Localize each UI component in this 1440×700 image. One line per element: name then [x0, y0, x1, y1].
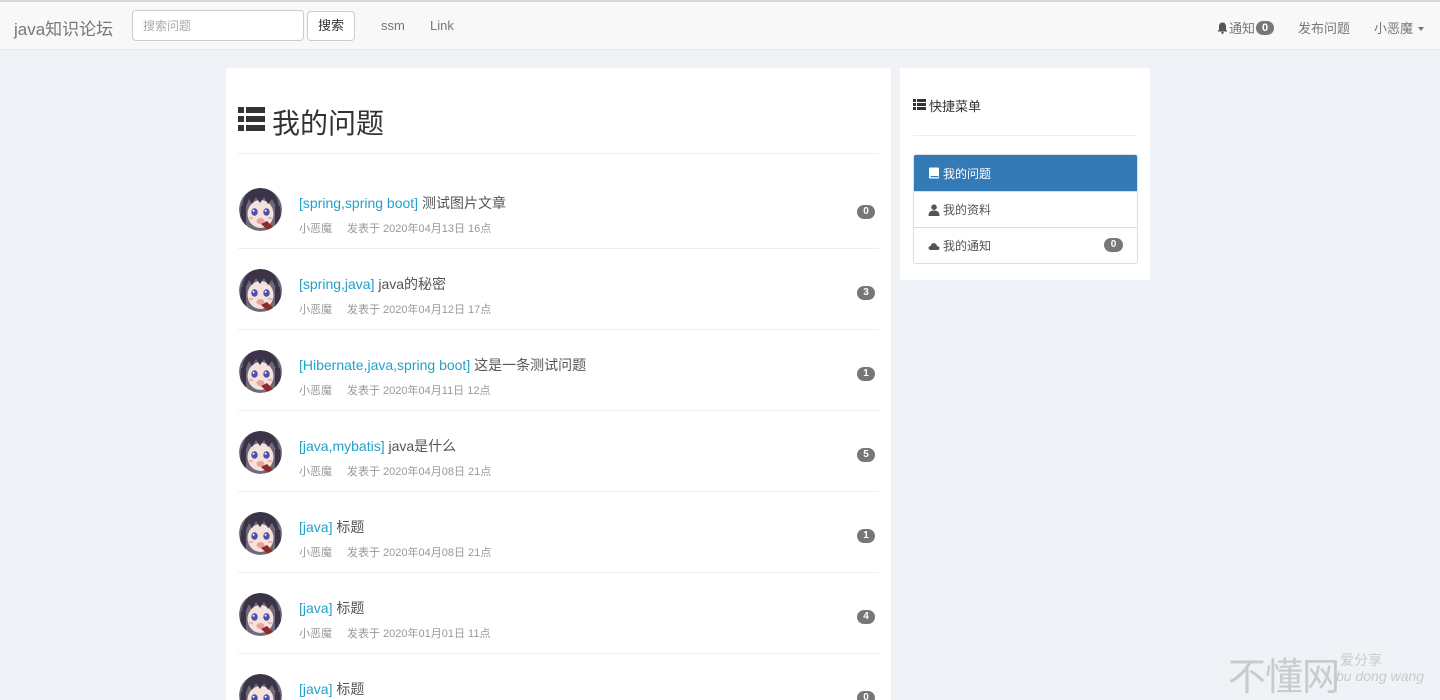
page-header: 我的问题 [238, 102, 879, 154]
question-meta: 小恶魔 发表于 2020年04月13日 16点 [299, 220, 491, 236]
question-item[interactable]: [Hibernate,java,spring boot] 这是一条测试问题小恶魔… [238, 330, 879, 411]
side-title: 快捷菜单 [929, 99, 982, 114]
quick-menu: 我的问题我的资料我的通知 0 [913, 154, 1138, 264]
brand-link[interactable]: java知识论坛 [14, 15, 113, 40]
search-button[interactable]: 搜索 [307, 11, 355, 41]
question-author: 小恶魔 [299, 547, 332, 559]
question-time: 发表于 2020年04月13日 16点 [347, 223, 492, 235]
menu-item-label: 我的资料 [943, 203, 992, 217]
question-meta: 小恶魔 发表于 2020年04月11日 12点 [299, 382, 490, 398]
comment-count-badge: 1 [857, 529, 875, 543]
question-title: java是什么 [388, 438, 457, 454]
question-list: [spring,spring boot] 测试图片文章 小恶魔 发表于 2020年0… [238, 168, 879, 700]
comment-count-badge: 3 [857, 286, 875, 300]
question-title: 标题 [336, 600, 365, 616]
question-title-link[interactable]: [spring,java] java的秘密 [299, 274, 446, 294]
nav-notice-label: 通知 [1229, 21, 1256, 36]
question-time: 发表于 2020年04月12日 17点 [347, 304, 492, 316]
question-time: 发表于 2020年04月11日 12点 [347, 385, 491, 397]
nav-notice-link[interactable]: 通知 0 [1217, 18, 1275, 37]
question-author: 小恶魔 [299, 304, 332, 316]
list-icon [238, 107, 265, 131]
menu-item-my-questions[interactable]: 我的问题 [914, 155, 1137, 191]
question-item[interactable]: [java] 标题 小恶魔 发表于 2020年04月08日 21点 1 [238, 492, 879, 573]
question-tags: [java] [299, 519, 333, 535]
page-title: 我的问题 [272, 107, 385, 140]
question-time: 发表于 2020年01月01日 11点 [347, 628, 491, 640]
question-tags: [spring,java] [299, 276, 375, 292]
nav-link-link[interactable]: Link [430, 18, 454, 33]
avatar[interactable] [239, 188, 282, 231]
question-time: 发表于 2020年04月08日 21点 [347, 466, 492, 478]
question-title: 这是一条测试问题 [474, 357, 587, 373]
nav-link-ssm[interactable]: ssm [381, 18, 405, 33]
avatar[interactable] [239, 674, 282, 700]
bell-icon [1217, 22, 1228, 34]
book-icon [928, 167, 943, 179]
notification-count-badge: 0 [1104, 238, 1123, 252]
question-tags: [java,mybatis] [299, 438, 385, 454]
notice-count-badge: 0 [1256, 20, 1275, 35]
side-header: 快捷菜单 [913, 96, 1137, 136]
question-tags: [spring,spring boot] [299, 195, 419, 211]
menu-item-my-notifications[interactable]: 我的通知 0 [914, 227, 1137, 263]
search-input[interactable] [132, 10, 304, 41]
question-title: 标题 [336, 519, 365, 535]
question-time: 发表于 2020年04月08日 21点 [347, 547, 492, 559]
question-meta: 小恶魔 发表于 2020年01月01日 11点 [299, 625, 490, 641]
question-title: 测试图片文章 [421, 195, 506, 211]
user-icon [928, 203, 943, 216]
menu-item-label: 我的通知 [943, 239, 992, 253]
comment-count-badge: 0 [857, 205, 875, 219]
avatar[interactable] [239, 431, 282, 474]
user-dropdown[interactable]: 小恶魔 [1374, 18, 1425, 37]
question-title-link[interactable]: [java] 标题 [299, 679, 364, 699]
question-meta: 小恶魔 发表于 2020年04月12日 17点 [299, 301, 491, 317]
question-item[interactable]: [java,mybatis] java是什么小恶魔 发表于 2020年04月08日… [238, 411, 879, 492]
question-author: 小恶魔 [299, 466, 332, 478]
main-panel: 我的问题 [spring,spring boot] 测试图片文章 小恶魔 发表于 2… [226, 68, 891, 700]
question-author: 小恶魔 [299, 223, 332, 235]
question-tags: [java] [299, 600, 333, 616]
question-title-link[interactable]: [spring,spring boot] 测试图片文章 [299, 193, 506, 213]
question-title: 标题 [336, 681, 365, 697]
avatar[interactable] [239, 512, 282, 555]
question-tags: [Hibernate,java,spring boot] [299, 357, 471, 373]
cloud-icon [928, 240, 943, 252]
comment-count-badge: 4 [857, 610, 875, 624]
watermark-pinyin: bu dong wang [1336, 668, 1424, 684]
avatar[interactable] [239, 350, 282, 393]
question-title-link[interactable]: [java,mybatis] java是什么 [299, 436, 456, 456]
avatar[interactable] [239, 269, 282, 312]
navbar: java知识论坛 搜索 ssm Link 通知 0 发布问题 小恶魔 [0, 2, 1440, 50]
comment-count-badge: 1 [857, 367, 875, 381]
side-panel: 快捷菜单 我的问题我的资料我的通知 0 [900, 68, 1150, 280]
watermark-title: 不懂网 [1228, 655, 1340, 699]
question-item[interactable]: [java] 标题 0 [238, 654, 879, 700]
list-icon [913, 99, 926, 110]
question-tags: [java] [299, 681, 333, 697]
comment-count-badge: 0 [857, 691, 875, 700]
question-item[interactable]: [spring,spring boot] 测试图片文章小恶魔 发表于 2020年0… [238, 168, 879, 249]
question-item[interactable]: [spring,java] java的秘密小恶魔 发表于 2020年04月12日 … [238, 249, 879, 330]
caret-down-icon [1418, 26, 1425, 31]
avatar[interactable] [239, 593, 282, 636]
question-title-link[interactable]: [java] 标题 [299, 517, 364, 537]
question-title: java的秘密 [378, 276, 447, 292]
comment-count-badge: 5 [857, 448, 875, 462]
question-author: 小恶魔 [299, 385, 332, 397]
publish-question-link[interactable]: 发布问题 [1298, 18, 1350, 37]
question-title-link[interactable]: [java] 标题 [299, 598, 364, 618]
question-author: 小恶魔 [299, 628, 332, 640]
question-title-link[interactable]: [Hibernate,java,spring boot] 这是一条测试问题 [299, 355, 586, 375]
question-item[interactable]: [java] 标题 小恶魔 发表于 2020年01月01日 11点 4 [238, 573, 879, 654]
question-meta: 小恶魔 发表于 2020年04月08日 21点 [299, 463, 491, 479]
watermark-slogan: 爱分享 [1340, 652, 1382, 668]
menu-item-label: 我的问题 [943, 166, 992, 181]
question-meta: 小恶魔 发表于 2020年04月08日 21点 [299, 544, 491, 560]
menu-item-my-profile[interactable]: 我的资料 [914, 191, 1137, 227]
user-name: 小恶魔 [1374, 21, 1414, 36]
